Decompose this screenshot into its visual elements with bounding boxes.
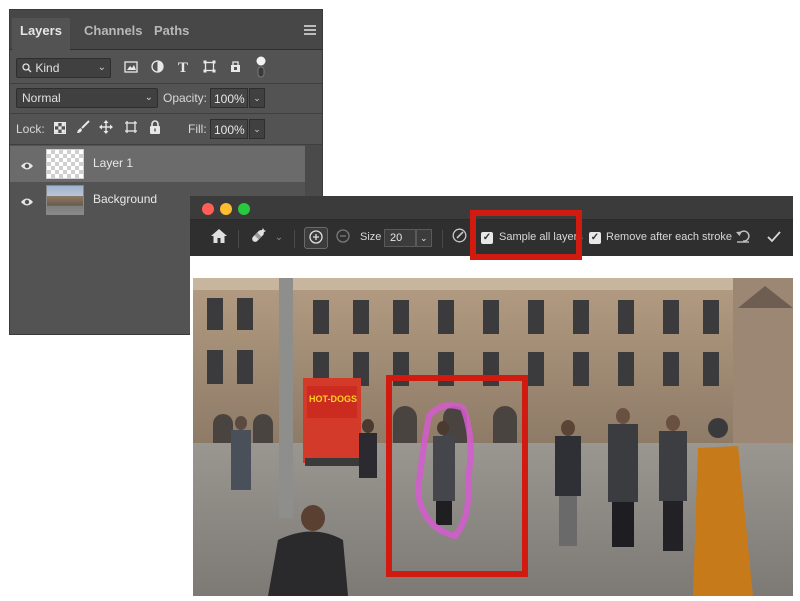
kind-filter-select[interactable]: Kind ⌄: [16, 58, 111, 78]
blend-mode-select[interactable]: Normal ⌄: [16, 88, 158, 108]
remove-after-each-stroke-label: Remove after each stroke: [606, 231, 732, 243]
blend-mode-value: Normal: [22, 91, 61, 105]
hot-dogs-sign: HOT-DOGS: [309, 394, 357, 404]
lock-artboard-icon[interactable]: [122, 120, 140, 138]
divider: [294, 230, 295, 248]
layer-thumbnail-photo: [46, 185, 84, 215]
lock-transparent-pixels-icon[interactable]: [51, 120, 69, 138]
smart-object-icon[interactable]: [226, 59, 244, 77]
home-icon[interactable]: [208, 227, 230, 249]
lock-label: Lock:: [16, 122, 45, 136]
close-window-button[interactable]: [202, 203, 214, 215]
adjustment-layer-icon[interactable]: [148, 59, 166, 77]
pressure-for-size-icon[interactable]: [450, 227, 468, 249]
fill-input[interactable]: 100%: [210, 119, 248, 139]
size-label: Size: [360, 231, 382, 243]
subtract-from-stroke-icon[interactable]: [334, 227, 352, 249]
minimize-window-button[interactable]: [220, 203, 232, 215]
layer-name: Layer 1: [93, 156, 134, 170]
lock-all-icon[interactable]: [146, 120, 164, 138]
layer-name: Background: [93, 192, 158, 206]
divider: [238, 230, 239, 248]
size-input[interactable]: 20: [384, 229, 416, 247]
spot-healing-window: ⌄ Size 20 ⌄ ✓ Sample all layers ✓ Remove…: [190, 196, 793, 596]
opacity-dropdown-chevron-icon[interactable]: ⌄: [249, 88, 265, 108]
chevron-down-icon: ⌄: [144, 92, 153, 103]
shape-layer-icon[interactable]: [200, 59, 218, 77]
lock-row: Lock: Fill: 100% ⌄: [10, 117, 322, 141]
layer-row-layer-1[interactable]: Layer 1: [10, 146, 306, 182]
zoom-window-button[interactable]: [238, 203, 250, 215]
person-removal-highlight: [386, 375, 528, 577]
divider: [10, 144, 322, 145]
divider: [442, 230, 443, 248]
tab-channels[interactable]: Channels: [76, 20, 151, 50]
blend-row: Normal ⌄ Opacity: 100% ⌄: [10, 86, 322, 110]
lock-position-move-icon[interactable]: [97, 120, 115, 138]
kind-filter-value: Kind: [35, 61, 60, 75]
opacity-input[interactable]: 100%: [210, 88, 248, 108]
divider: [10, 83, 322, 84]
visibility-eye-icon[interactable]: [20, 194, 34, 206]
filter-toggle-icon[interactable]: [252, 56, 270, 78]
add-to-stroke-icon[interactable]: [304, 227, 328, 249]
tab-layers[interactable]: Layers: [12, 18, 70, 50]
opacity-label: Opacity:: [163, 91, 208, 105]
tool-options-chevron-icon[interactable]: ⌄: [274, 227, 284, 249]
size-dropdown-chevron-icon[interactable]: ⌄: [416, 229, 432, 247]
layer-thumbnail-transparent: [46, 149, 84, 179]
divider: [10, 113, 322, 114]
lock-image-pixels-brush-icon[interactable]: [74, 120, 92, 138]
healing-brush-tool-icon[interactable]: [246, 227, 270, 249]
filter-row: Kind ⌄ T: [10, 56, 322, 80]
panel-tab-bar: Layers Channels Paths: [10, 10, 322, 50]
chevron-down-icon: ⌄: [97, 62, 106, 73]
visibility-eye-icon[interactable]: [20, 158, 34, 170]
reset-undo-icon[interactable]: [733, 227, 753, 249]
fill-dropdown-chevron-icon[interactable]: ⌄: [249, 119, 265, 139]
sample-all-layers-highlight: [470, 210, 582, 260]
pixel-layer-icon[interactable]: [122, 59, 140, 77]
panel-menu-icon[interactable]: [304, 25, 316, 37]
tab-paths[interactable]: Paths: [146, 20, 197, 50]
search-icon: [22, 59, 32, 77]
remove-after-each-stroke-checkbox[interactable]: ✓: [589, 232, 601, 244]
type-layer-icon[interactable]: T: [174, 59, 192, 77]
fill-label: Fill:: [188, 122, 207, 136]
commit-checkmark-icon[interactable]: [764, 227, 784, 249]
